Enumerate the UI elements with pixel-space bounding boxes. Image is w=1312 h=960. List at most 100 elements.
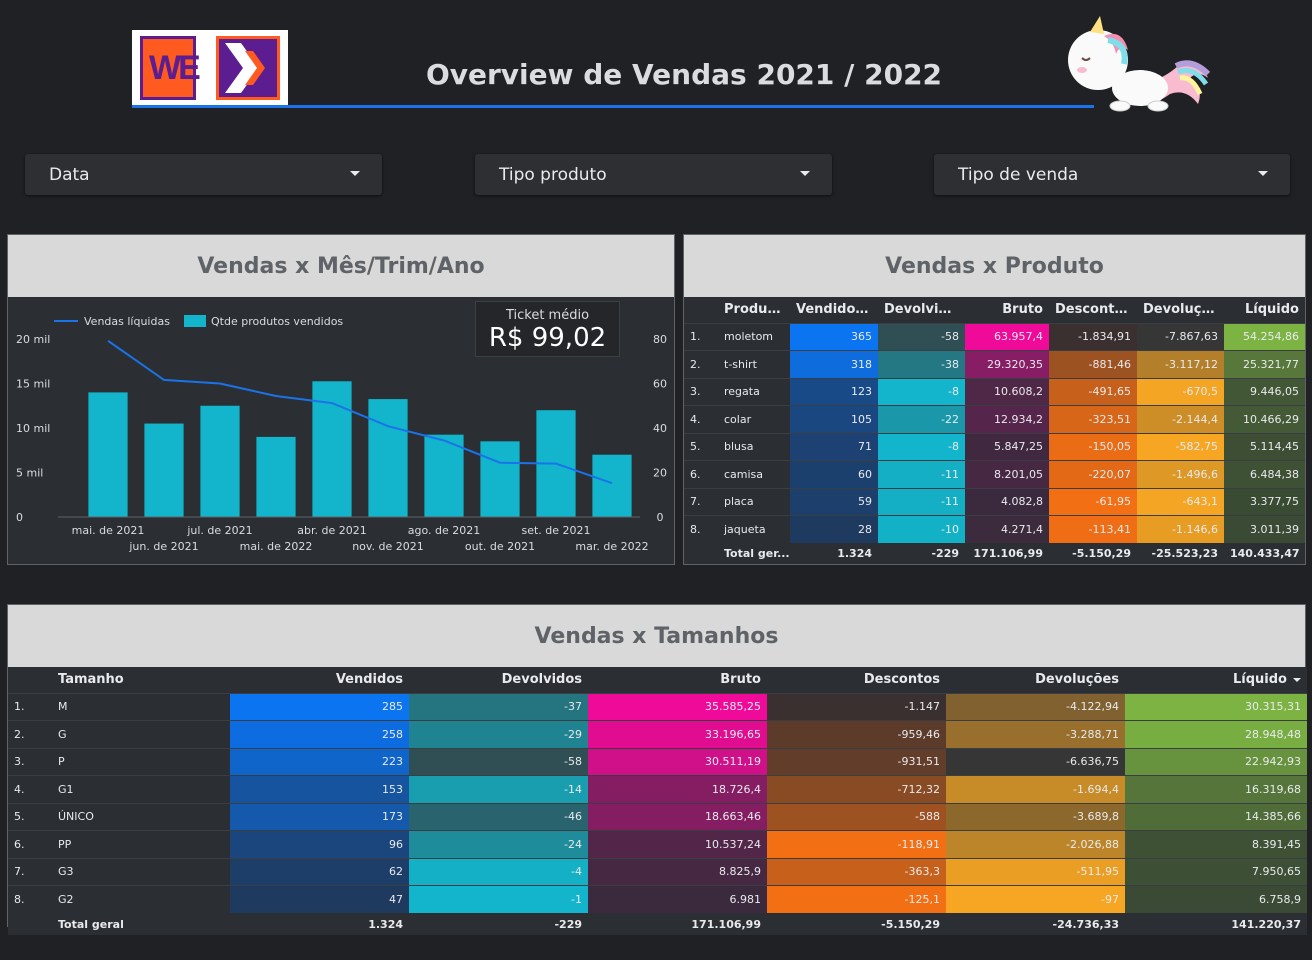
panel-vendas-tamanhos: Vendas x Tamanhos Tamanho Vendidos Devol…	[7, 604, 1307, 935]
cell-bruto: 10.537,24	[588, 830, 767, 858]
combo-chart[interactable]: 0 5 mil 10 mil 15 mil 20 mil 0 20 40 60 80 mai. de…	[8, 297, 674, 563]
table-row[interactable]: 5. ÚNICO 173 -46 18.663,46 -588 -3.689,8 14.385…	[8, 802, 1307, 831]
cell-liquido: 8.391,45	[1125, 830, 1307, 858]
table-header-row: Produto_ Vendidos... Devolvidos Bruto De…	[684, 297, 1305, 323]
cell-vendidos: 223	[230, 747, 409, 776]
col-devolvidos[interactable]: Devolvidos	[878, 297, 965, 323]
table-row[interactable]: 2. t-shirt 318 -38 29.320,35 -881,46 -3.117,12…	[684, 350, 1305, 378]
table-row[interactable]: 8. G2 47 -1 6.981 -125,1 -97 6.758,9	[8, 885, 1307, 913]
cell-bruto: 63.957,4	[965, 322, 1049, 351]
cell-vendidos: 153	[230, 775, 409, 803]
cell-vendidos: 62	[230, 857, 409, 886]
col-bruto[interactable]: Bruto	[588, 667, 767, 693]
table-row[interactable]: 7. G3 62 -4 8.825,9 -363,3 -511,95 7.950,65	[8, 857, 1307, 886]
table-row[interactable]: 6. PP 96 -24 10.537,24 -118,91 -2.026,88 8.391,…	[8, 830, 1307, 858]
row-index: 5.	[8, 802, 52, 831]
col-vendidos[interactable]: Vendidos	[230, 667, 409, 693]
row-index: 6.	[684, 460, 718, 488]
cell-vendidos: 285	[230, 692, 409, 721]
filter-tipo-venda-label: Tipo de venda	[958, 164, 1079, 185]
table-row[interactable]: 4. colar 105 -22 12.934,2 -323,51 -2.144,4 10.4…	[684, 405, 1305, 433]
size-table: Tamanho Vendidos Devolvidos Bruto Descon…	[8, 667, 1307, 935]
row-index: 3.	[8, 747, 52, 776]
cell-descontos: -113,41	[1049, 515, 1137, 543]
cell-tamanho: PP	[52, 830, 230, 858]
table-row[interactable]: 1. M 285 -37 35.585,25 -1.147 -4.122,94 30.315,…	[8, 692, 1307, 721]
bar	[480, 441, 520, 517]
cell-descontos: -712,32	[767, 775, 946, 803]
cell-tamanho: G1	[52, 775, 230, 803]
total-descontos: -5.150,29	[1072, 547, 1131, 560]
y-right-tick: 0	[657, 511, 664, 524]
cell-descontos: -959,46	[767, 720, 946, 748]
x-tick-label: mar. de 2022	[575, 540, 648, 553]
col-devolucoes[interactable]: Devoluções	[1137, 297, 1224, 323]
col-produto[interactable]: Produto_	[718, 297, 790, 323]
cell-liquido: 3.377,75	[1224, 487, 1305, 516]
cell-devolvidos: -29	[409, 720, 588, 748]
cell-descontos: -220,07	[1049, 460, 1137, 488]
filter-data[interactable]: Data	[25, 154, 382, 195]
caret-down-icon	[1258, 171, 1268, 176]
col-devolvidos[interactable]: Devolvidos	[409, 667, 588, 693]
cell-vendidos: 365	[790, 322, 878, 351]
filter-tipo-produto[interactable]: Tipo produto	[475, 154, 832, 195]
total-bruto: 171.106,99	[691, 917, 761, 931]
cell-produto: colar	[718, 405, 790, 433]
panel-title: Vendas x Tamanhos	[8, 605, 1305, 667]
cell-vendidos: 123	[790, 377, 878, 406]
page-title: Overview de Vendas 2021 / 2022	[425, 58, 943, 91]
y-right-tick: 80	[653, 333, 667, 346]
cell-tamanho: G2	[52, 885, 230, 913]
bar	[256, 436, 296, 517]
total-vendidos: 1.324	[368, 917, 403, 931]
col-descontos[interactable]: Descontos	[1049, 297, 1137, 323]
x-tick-label: out. de 2021	[465, 540, 535, 553]
col-liquido[interactable]: Líquido	[1125, 667, 1307, 693]
cell-bruto: 29.320,35	[965, 350, 1049, 378]
header-divider	[132, 105, 1094, 108]
cell-liquido: 5.114,45	[1224, 432, 1305, 461]
cell-devolvidos: -4	[409, 857, 588, 886]
cell-devolucoes: -1.694,4	[946, 775, 1125, 803]
cell-liquido: 16.319,68	[1125, 775, 1307, 803]
table-row[interactable]: 5. blusa 71 -8 5.847,25 -150,05 -582,75 5.114,4…	[684, 432, 1305, 461]
legend-bar-icon	[184, 315, 206, 327]
cell-vendidos: 318	[790, 350, 878, 378]
cell-bruto: 35.585,25	[588, 692, 767, 721]
cell-devolvidos: -24	[409, 830, 588, 858]
cell-bruto: 12.934,2	[965, 405, 1049, 433]
table-row[interactable]: 4. G1 153 -14 18.726,4 -712,32 -1.694,4 16.319,…	[8, 775, 1307, 803]
col-descontos[interactable]: Descontos	[767, 667, 946, 693]
col-liquido[interactable]: Líquido	[1224, 297, 1305, 323]
col-devolucoes[interactable]: Devoluções	[946, 667, 1125, 693]
table-row[interactable]: 7. placa 59 -11 4.082,8 -61,95 -643,1 3.377,75	[684, 487, 1305, 516]
total-row: Total geral 1.324 -229 171.106,99 -5.150,29 -…	[8, 913, 1307, 935]
cell-liquido: 30.315,31	[1125, 692, 1307, 721]
table-row[interactable]: 3. P 223 -58 30.511,19 -931,51 -6.636,75 22.942…	[8, 747, 1307, 776]
y-left-tick: 0	[16, 511, 23, 524]
table-row[interactable]: 6. camisa 60 -11 8.201,05 -220,07 -1.496,6 6.48…	[684, 460, 1305, 488]
cell-devolucoes: -3.288,71	[946, 720, 1125, 748]
bar	[200, 405, 240, 517]
cell-produto: moletom	[718, 322, 790, 351]
table-row[interactable]: 1. moletom 365 -58 63.957,4 -1.834,91 -7.867,6…	[684, 322, 1305, 351]
cell-devolucoes: -2.026,88	[946, 830, 1125, 858]
table-row[interactable]: 8. jaqueta 28 -10 4.271,4 -113,41 -1.146,6 3.01…	[684, 515, 1305, 543]
col-bruto[interactable]: Bruto	[965, 297, 1049, 323]
cell-liquido: 6.484,38	[1224, 460, 1305, 488]
filter-tipo-venda[interactable]: Tipo de venda	[934, 154, 1290, 195]
cell-bruto: 10.608,2	[965, 377, 1049, 406]
x-tick-label: jul. de 2021	[186, 524, 252, 537]
cell-devolucoes: -7.867,63	[1137, 322, 1224, 351]
table-row[interactable]: 3. regata 123 -8 10.608,2 -491,65 -670,5 9.446,…	[684, 377, 1305, 406]
cell-devolucoes: -3.689,8	[946, 802, 1125, 831]
table-header-row: Tamanho Vendidos Devolvidos Bruto Descon…	[8, 667, 1307, 693]
col-tamanho[interactable]: Tamanho	[52, 667, 230, 693]
cell-descontos: -491,65	[1049, 377, 1137, 406]
table-row[interactable]: 2. G 258 -29 33.196,65 -959,46 -3.288,71 28.948…	[8, 720, 1307, 748]
row-index: 1.	[8, 692, 52, 721]
col-vendidos[interactable]: Vendidos...	[790, 297, 878, 323]
cell-devolvidos: -8	[878, 432, 965, 461]
cell-vendidos: 71	[790, 432, 878, 461]
